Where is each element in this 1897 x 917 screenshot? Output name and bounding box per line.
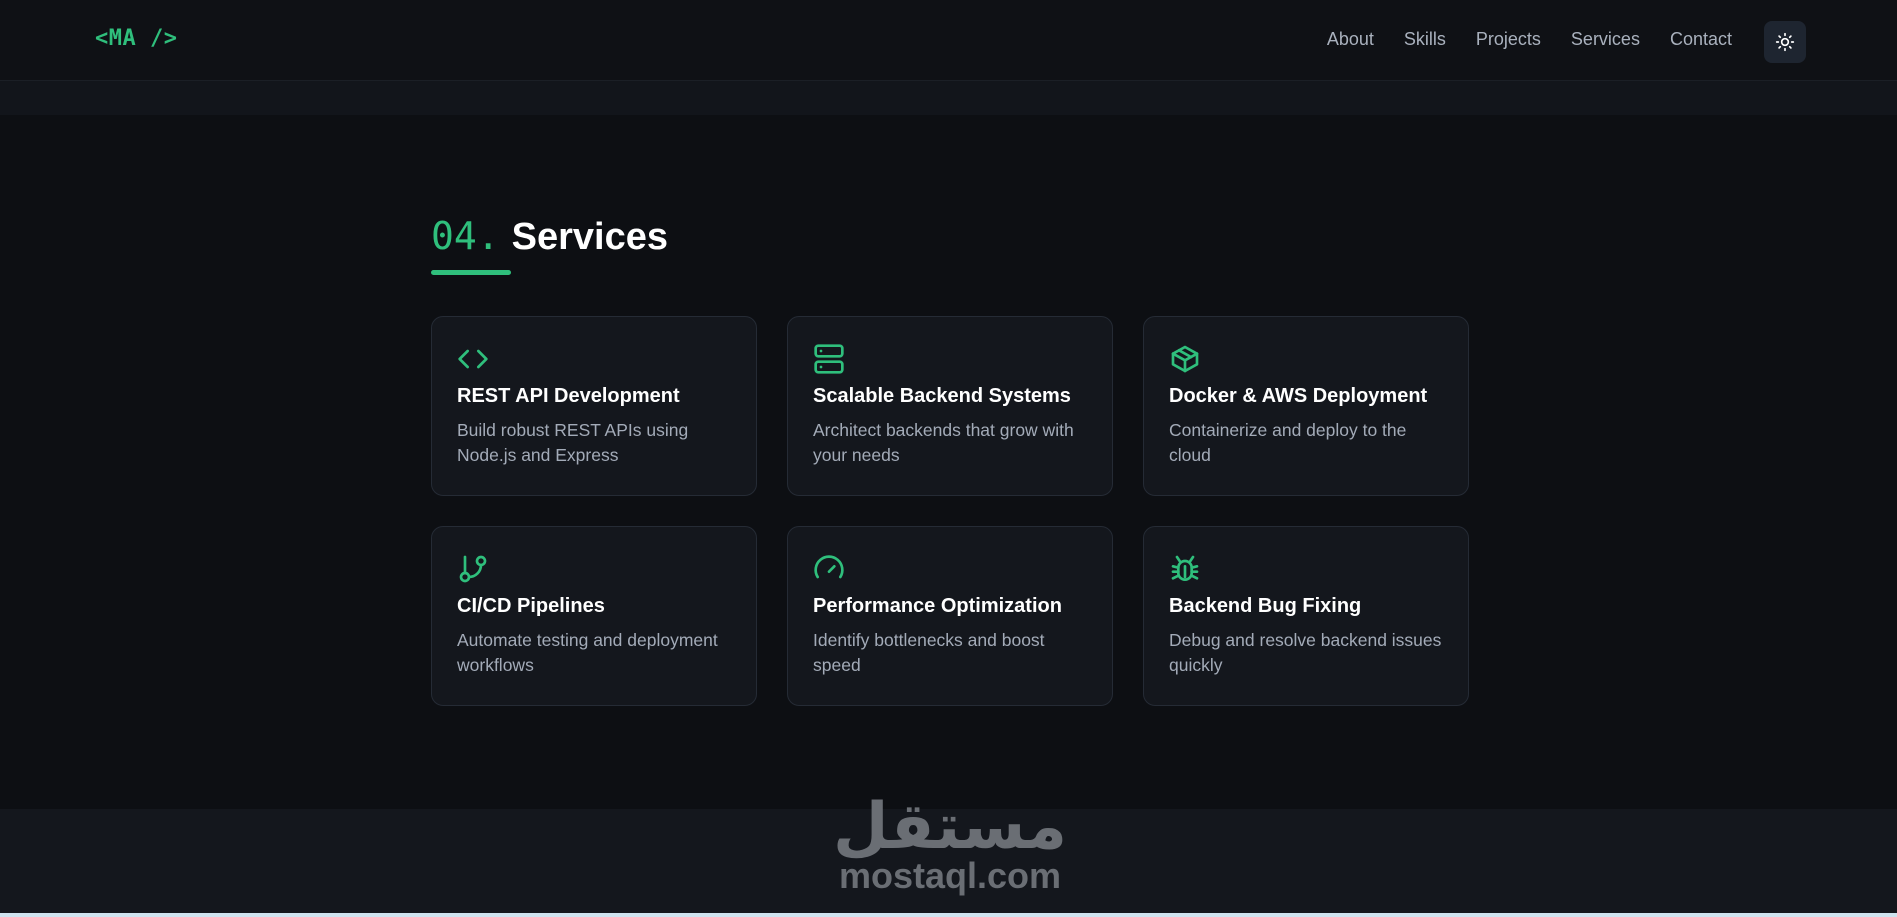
- box-icon: [1171, 345, 1199, 373]
- nav-services[interactable]: Services: [1571, 28, 1640, 50]
- service-title: Performance Optimization: [813, 595, 1062, 617]
- nav-projects[interactable]: Projects: [1476, 28, 1541, 50]
- service-card-performance: Performance Optimization Identify bottle…: [787, 526, 1113, 706]
- bottom-edge-line: [0, 913, 1897, 917]
- section-title: Services: [511, 216, 669, 258]
- service-title: Scalable Backend Systems: [813, 385, 1071, 407]
- service-card-scalable-backend: Scalable Backend Systems Architect backe…: [787, 316, 1113, 496]
- git-branch-icon: [459, 555, 487, 583]
- service-card-cicd: CI/CD Pipelines Automate testing and dep…: [431, 526, 757, 706]
- service-card-docker-aws: Docker & AWS Deployment Containerize and…: [1143, 316, 1469, 496]
- main-nav: About Skills Projects Services Contact: [1327, 28, 1732, 50]
- gauge-icon: [814, 555, 844, 579]
- nav-skills[interactable]: Skills: [1404, 28, 1446, 50]
- service-description: Automate testing and deployment workflow…: [457, 630, 718, 675]
- site-header: <MA /> About Skills Projects Services Co…: [0, 0, 1897, 81]
- watermark-arabic: مستقل: [832, 790, 1068, 862]
- site-logo[interactable]: <MA />: [95, 26, 177, 51]
- service-description: Containerize and deploy to the cloud: [1169, 420, 1407, 465]
- service-card-bug-fixing: Backend Bug Fixing Debug and resolve bac…: [1143, 526, 1469, 706]
- watermark-latin: mostaql.com: [838, 855, 1062, 896]
- service-card-rest-api: REST API Development Build robust REST A…: [431, 316, 757, 496]
- section-number: 04.: [431, 214, 500, 258]
- service-description: Build robust REST APIs using Node.js and…: [457, 420, 689, 465]
- service-title: Docker & AWS Deployment: [1169, 385, 1428, 407]
- service-title: Backend Bug Fixing: [1169, 595, 1362, 617]
- section-heading: 04. Services: [431, 214, 668, 259]
- services-grid: REST API Development Build robust REST A…: [431, 316, 1471, 706]
- server-icon: [814, 344, 844, 374]
- header-band: [0, 81, 1897, 115]
- code-icon: [458, 349, 488, 369]
- theme-toggle-button[interactable]: [1764, 21, 1806, 63]
- mostaql-watermark: مستقل mostaql.com: [830, 790, 1070, 896]
- service-description: Architect backends that grow with your n…: [813, 420, 1074, 465]
- section-underline: [431, 270, 511, 275]
- nav-contact[interactable]: Contact: [1670, 28, 1732, 50]
- sun-icon: [1775, 32, 1795, 52]
- service-title: CI/CD Pipelines: [457, 595, 605, 617]
- service-title: REST API Development: [457, 385, 680, 407]
- service-description: Identify bottlenecks and boost speed: [813, 630, 1045, 675]
- bug-icon: [1171, 555, 1199, 581]
- nav-about[interactable]: About: [1327, 28, 1374, 50]
- service-description: Debug and resolve backend issues quickly: [1169, 630, 1442, 675]
